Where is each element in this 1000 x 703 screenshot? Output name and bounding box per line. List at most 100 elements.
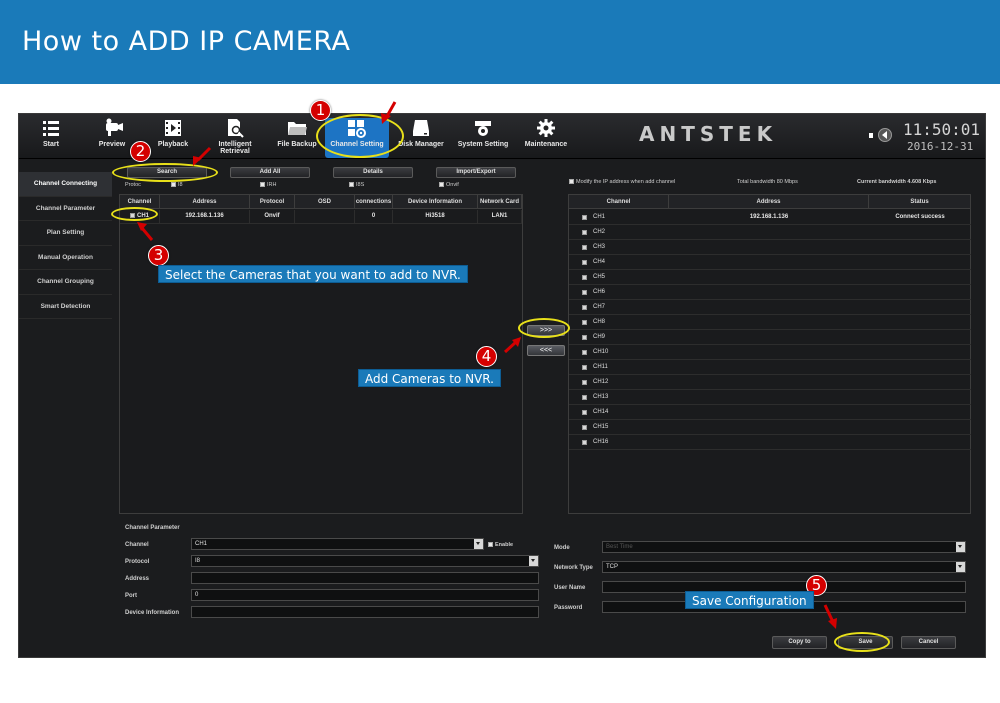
step-badge-2: 2 <box>130 141 151 162</box>
checkbox-icon[interactable] <box>582 350 587 355</box>
channel-row[interactable]: CH8 <box>569 315 971 330</box>
remove-from-nvr-button[interactable]: <<< <box>527 345 565 356</box>
row-protocol: Onvif <box>250 210 295 223</box>
channel-name: CH14 <box>593 409 609 415</box>
checkbox-icon[interactable] <box>582 380 587 385</box>
checkbox-icon <box>569 179 574 185</box>
sidebar-item-channel-connecting[interactable]: Channel Connecting <box>19 172 112 197</box>
channel-name: CH13 <box>593 394 609 400</box>
channel-row[interactable]: CH16 <box>569 435 971 450</box>
mode-label: Mode <box>554 545 570 551</box>
channel-name: CH7 <box>593 304 606 310</box>
channel-row[interactable]: CH9 <box>569 330 971 345</box>
add-all-button[interactable]: Add All <box>230 167 310 178</box>
protocol-checkbox-onvif[interactable]: Onvif <box>439 182 459 188</box>
channel-row[interactable]: CH7 <box>569 300 971 315</box>
modify-ip-checkbox[interactable]: Modify the IP address when add channel <box>569 179 675 185</box>
toolbar-intelligent-retrieval[interactable]: Intelligent Retrieval <box>203 118 267 158</box>
step5-callout: Save Configuration <box>685 591 814 609</box>
checkbox-icon[interactable] <box>582 410 587 415</box>
device-info-input[interactable] <box>191 606 539 618</box>
channel-parameter-title: Channel Parameter <box>125 525 180 531</box>
enable-checkbox[interactable]: Enable <box>488 542 513 548</box>
password-label: Password <box>554 605 583 611</box>
search-results-table: Channel Address Protocol OSD connections… <box>119 194 523 514</box>
record-status-icon <box>869 128 892 142</box>
channel-row[interactable]: CH14 <box>569 405 971 420</box>
channel-name: CH5 <box>593 274 606 280</box>
checkbox-icon[interactable] <box>582 365 587 370</box>
device-info-label: Device Information <box>125 610 180 616</box>
protocol-checkbox-i8s[interactable]: I8S <box>349 182 364 188</box>
highlight-search <box>112 163 218 182</box>
protocol-filter-label: Protoc <box>125 182 141 188</box>
checkbox-icon[interactable] <box>582 230 587 235</box>
protocol-checkbox-i8[interactable]: I8 <box>171 182 183 188</box>
channel-row[interactable]: CH5 <box>569 270 971 285</box>
address-input[interactable] <box>191 572 539 584</box>
search-doc-icon <box>228 119 244 138</box>
checkbox-icon[interactable] <box>582 335 587 340</box>
toolbar-label: Disk Manager <box>398 141 444 148</box>
checkbox-icon[interactable] <box>582 215 587 220</box>
toolbar-system-setting[interactable]: System Setting <box>451 118 515 158</box>
column-header: Address <box>669 195 869 209</box>
sidebar-item-smart-detection[interactable]: Smart Detection <box>19 295 112 319</box>
channel-row[interactable]: CH2 <box>569 225 971 240</box>
channel-row[interactable]: CH1 192.168.1.136 Connect success <box>569 210 971 225</box>
checkbox-icon[interactable] <box>582 425 587 430</box>
network-type-select[interactable]: TCP <box>602 561 966 573</box>
checkbox-icon[interactable] <box>582 245 587 250</box>
channel-name: CH6 <box>593 289 606 295</box>
port-input[interactable]: 0 <box>191 589 539 601</box>
channel-row[interactable]: CH6 <box>569 285 971 300</box>
channel-label: Channel <box>125 542 149 548</box>
sidebar-item-channel-parameter[interactable]: Channel Parameter <box>19 197 112 221</box>
checkbox-icon <box>260 182 265 188</box>
preview-icon <box>106 118 123 136</box>
protocol-label: Protocol <box>125 559 150 565</box>
channel-row[interactable]: CH10 <box>569 345 971 360</box>
highlight-ch1 <box>111 207 158 221</box>
table-row[interactable]: CH1 192.168.1.136 Onvif 0 Hi3518 LAN1 <box>120 210 522 223</box>
checkbox-icon[interactable] <box>582 320 587 325</box>
checkbox-icon[interactable] <box>582 260 587 265</box>
mode-select[interactable]: Best Time <box>602 541 966 553</box>
disk-icon <box>413 120 429 136</box>
chevron-down-icon <box>474 539 483 549</box>
channel-row[interactable]: CH13 <box>569 390 971 405</box>
checkbox-icon[interactable] <box>582 275 587 280</box>
sidebar-item-manual-operation[interactable]: Manual Operation <box>19 246 112 270</box>
sidebar-item-channel-grouping[interactable]: Channel Grouping <box>19 270 112 295</box>
import-export-button[interactable]: Import/Export <box>436 167 516 178</box>
protocol-select-value: I8 <box>195 558 201 564</box>
toolbar-start[interactable]: Start <box>19 118 83 158</box>
channel-row[interactable]: CH3 <box>569 240 971 255</box>
checkbox-icon[interactable] <box>582 395 587 400</box>
checkbox-icon[interactable] <box>582 290 587 295</box>
protocol-select[interactable]: I8 <box>191 555 539 567</box>
channel-name: CH8 <box>593 319 606 325</box>
column-header: Status <box>869 195 970 209</box>
system-setting-icon <box>475 121 491 136</box>
toolbar-maintenance[interactable]: Maintenance <box>514 118 578 158</box>
protocol-checkbox-irh[interactable]: IRH <box>260 182 276 188</box>
channel-row[interactable]: CH4 <box>569 255 971 270</box>
network-type-select-value: TCP <box>606 564 618 570</box>
column-header: OSD <box>295 195 355 209</box>
cancel-button[interactable]: Cancel <box>901 636 956 649</box>
toolbar-label: Playback <box>157 141 189 148</box>
channel-row[interactable]: CH15 <box>569 420 971 435</box>
column-header: Device Information <box>393 195 478 209</box>
channel-row[interactable]: CH12 <box>569 375 971 390</box>
details-button[interactable]: Details <box>333 167 413 178</box>
menu-icon <box>43 121 59 136</box>
channel-row[interactable]: CH11 <box>569 360 971 375</box>
checkbox-icon[interactable] <box>582 305 587 310</box>
sidebar-item-plan-setting[interactable]: Plan Setting <box>19 221 112 246</box>
highlight-channel-setting <box>316 114 404 158</box>
copy-to-button[interactable]: Copy to <box>772 636 827 649</box>
channel-select[interactable]: CH1 <box>191 538 484 550</box>
toolbar-label: System Setting <box>457 141 509 148</box>
checkbox-icon[interactable] <box>582 440 587 445</box>
